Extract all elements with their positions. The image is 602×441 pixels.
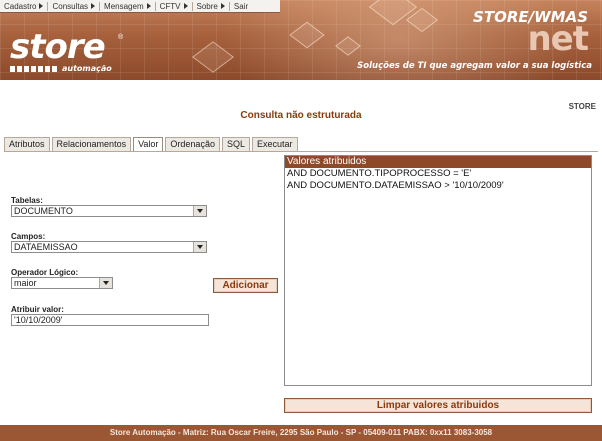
menu-item-sobre[interactable]: Sobre (193, 0, 229, 13)
menu-item-sair[interactable]: Sair (230, 0, 252, 13)
operador-label: Operador Lógico: (11, 268, 79, 277)
brand-net-text: net (527, 19, 589, 59)
menu-item-label: Cadastro (4, 1, 37, 11)
chevron-right-icon (91, 3, 96, 9)
tab-bar: Atributos Relacionamentos Valor Ordenaçã… (4, 137, 300, 152)
tagline: Soluções de TI que agregam valor a sua l… (357, 61, 592, 71)
tabelas-label: Tabelas: (11, 196, 43, 205)
brand-block: STORE/WMAS net (473, 8, 589, 59)
chevron-down-icon[interactable] (193, 206, 206, 216)
atribuir-label: Atribuir valor: (11, 305, 64, 314)
menu-item-mensagem[interactable]: Mensagem (100, 0, 155, 13)
campos-select-value: DATAEMISSAO (14, 242, 78, 252)
tab-ordenacao[interactable]: Ordenação (165, 137, 220, 151)
tabelas-select[interactable]: DOCUMENTO (11, 205, 207, 217)
menu-item-cadastro[interactable]: Cadastro (0, 0, 47, 13)
menu-item-label: Consultas (52, 1, 89, 11)
tabelas-select-value: DOCUMENTO (14, 206, 73, 216)
store-logo: store (10, 27, 106, 67)
footer: Store Automação - Matriz: Rua Oscar Frei… (0, 425, 602, 441)
chevron-right-icon (220, 3, 225, 9)
chevron-down-icon[interactable] (193, 242, 206, 252)
tab-sql[interactable]: SQL (221, 137, 250, 151)
tab-valor[interactable]: Valor (133, 137, 164, 152)
campos-select[interactable]: DATAEMISSAO (11, 241, 207, 253)
menu-item-label: Sobre (196, 1, 218, 11)
menu-item-label: Sair (233, 1, 249, 11)
menu-item-label: CFTV (159, 1, 181, 11)
list-item-selected[interactable]: Valores atribuidos (285, 156, 591, 168)
operador-select-value: maior (14, 278, 37, 288)
chevron-right-icon (39, 3, 44, 9)
tab-panel-border (4, 151, 598, 152)
campos-label: Campos: (11, 232, 46, 241)
value-input[interactable]: '10/10/2009' (11, 314, 209, 326)
menu-item-cftv[interactable]: CFTV (156, 0, 192, 13)
menu-item-label: Mensagem (104, 1, 144, 11)
operador-select[interactable]: maior (11, 277, 113, 289)
logo-stripes (10, 66, 58, 72)
registered-mark: ® (118, 34, 124, 41)
chevron-right-icon (146, 3, 151, 9)
clear-values-button[interactable]: Limpar valores atribuidos (284, 398, 592, 413)
list-item[interactable]: AND DOCUMENTO.TIPOPROCESSO = 'E' (285, 168, 591, 180)
assigned-values-list[interactable]: Valores atribuidos AND DOCUMENTO.TIPOPRO… (284, 155, 592, 386)
page-title: Consulta não estruturada (240, 110, 362, 121)
add-button[interactable]: Adicionar (213, 278, 278, 293)
chevron-right-icon (183, 3, 188, 9)
chevron-down-icon[interactable] (99, 278, 112, 288)
tab-atributos[interactable]: Atributos (4, 137, 50, 151)
logo-subtext: automação (62, 64, 112, 73)
menu-item-consultas[interactable]: Consultas (48, 0, 99, 13)
tab-relacionamentos[interactable]: Relacionamentos (51, 137, 132, 151)
list-item[interactable]: AND DOCUMENTO.DATAEMISSAO > '10/10/2009' (285, 180, 591, 192)
top-menu-bar: Cadastro Consultas Mensagem CFTV Sobre S… (0, 0, 280, 13)
tab-executar[interactable]: Executar (251, 137, 298, 151)
